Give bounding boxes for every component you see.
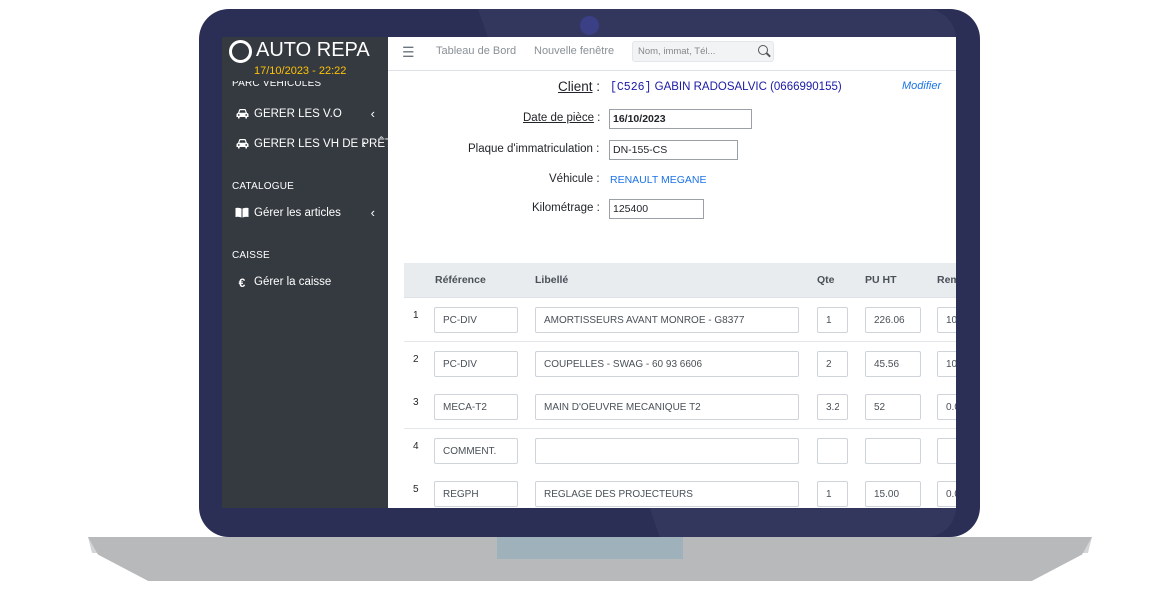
sidebar-item-gerer-vh-pret[interactable]: GERER LES VH DE PRÊT ‹	[232, 135, 392, 157]
reference-input[interactable]	[434, 307, 518, 333]
pu-ht-input[interactable]	[865, 438, 921, 464]
mileage-label: Kilométrage :	[532, 202, 600, 214]
sidebar-item-gerer-caisse[interactable]: € Gérer la caisse	[232, 273, 382, 295]
sidebar-item-label: Gérer la caisse	[254, 276, 332, 288]
search-box	[632, 41, 774, 62]
plate-field[interactable]	[609, 140, 738, 160]
qte-input[interactable]	[817, 307, 848, 333]
reference-input[interactable]	[434, 351, 518, 377]
plate-label: Plaque d'immatriculation :	[468, 143, 600, 155]
logo-ring-icon	[229, 40, 252, 63]
sidebar: PARC VEHICULES GERER LES V.O ‹ GERER LES…	[222, 37, 392, 508]
table-row: 4	[404, 429, 956, 473]
current-datetime: 17/10/2023 - 22:22	[254, 65, 347, 77]
row-number: 1	[413, 310, 419, 321]
header-qte: Qte	[817, 274, 835, 286]
libelle-input[interactable]	[535, 351, 799, 377]
reference-input[interactable]	[434, 481, 518, 507]
pu-ht-input[interactable]	[865, 394, 921, 420]
client-label: Client :	[558, 79, 601, 94]
sidebar-item-label: GERER LES VH DE PRÊT	[254, 138, 393, 150]
reference-input[interactable]	[434, 438, 518, 464]
remise-input[interactable]	[937, 438, 956, 464]
lines-table: Référence Libellé Qte PU HT Rem 1 2 3	[404, 263, 956, 508]
header-pu-ht: PU HT	[865, 274, 897, 286]
remise-input[interactable]	[937, 307, 956, 333]
date-field[interactable]	[609, 109, 752, 129]
remise-input[interactable]	[937, 481, 956, 507]
car-icon	[235, 108, 249, 122]
euro-icon: €	[238, 276, 246, 290]
sidebar-section-title: CAISSE	[232, 250, 270, 261]
webcam	[580, 16, 599, 35]
table-row: 1	[404, 298, 956, 342]
remise-input[interactable]	[937, 351, 956, 377]
client-code: [C526]	[610, 81, 652, 94]
date-label: Date de pièce :	[523, 112, 601, 124]
row-number: 5	[413, 484, 419, 495]
sidebar-item-label: GERER LES V.O	[254, 108, 342, 120]
brand[interactable]: AUTO REPA 17/10/2023 - 22:22	[229, 39, 379, 77]
vehicle-value[interactable]: RENAULT MEGANE	[610, 174, 706, 186]
reference-input[interactable]	[434, 394, 518, 420]
qte-input[interactable]	[817, 351, 848, 377]
sidebar-item-gerer-vo[interactable]: GERER LES V.O ‹	[232, 105, 382, 127]
table-row: 5	[404, 472, 956, 508]
search-input[interactable]	[633, 42, 748, 61]
search-icon[interactable]	[758, 45, 768, 55]
car-icon	[235, 138, 249, 152]
remise-input[interactable]	[937, 394, 956, 420]
brand-name: AUTO REPA	[256, 39, 370, 61]
libelle-input[interactable]	[535, 438, 799, 464]
pu-ht-input[interactable]	[865, 307, 921, 333]
document-header-form: Client : [C526] GABIN RADOSALVIC (066699…	[388, 71, 956, 263]
app-screen: PARC VEHICULES GERER LES V.O ‹ GERER LES…	[222, 37, 956, 508]
laptop-notch	[497, 537, 683, 559]
header-reference: Référence	[435, 274, 486, 286]
qte-input[interactable]	[817, 394, 848, 420]
sidebar-section-title: CATALOGUE	[232, 181, 294, 192]
libelle-input[interactable]	[535, 481, 799, 507]
header-libelle: Libellé	[535, 274, 569, 286]
libelle-input[interactable]	[535, 394, 799, 420]
table-header: Référence Libellé Qte PU HT Rem	[404, 263, 956, 298]
book-open-icon	[235, 207, 249, 221]
mileage-field[interactable]	[609, 199, 704, 219]
row-number: 2	[413, 354, 419, 365]
vehicle-label: Véhicule :	[549, 173, 600, 185]
nav-nouvelle-fenetre[interactable]: Nouvelle fenêtre	[534, 45, 614, 57]
header-remise: Rem	[937, 274, 956, 286]
top-navbar: ☰ Tableau de Bord Nouvelle fenêtre	[388, 37, 956, 71]
row-number: 4	[413, 441, 419, 452]
table-row: 3	[404, 385, 956, 429]
chevron-left-icon: ‹	[370, 106, 375, 121]
modify-client-link[interactable]: Modifier	[902, 80, 941, 92]
client-name: GABIN RADOSALVIC (0666990155)	[654, 81, 842, 93]
nav-tableau-de-bord[interactable]: Tableau de Bord	[436, 45, 516, 57]
sidebar-section-title: PARC VEHICULES	[232, 81, 322, 89]
row-number: 3	[413, 397, 419, 408]
client-value: [C526] GABIN RADOSALVIC (0666990155)	[610, 81, 842, 94]
sidebar-item-gerer-articles[interactable]: Gérer les articles ‹	[232, 204, 382, 226]
sidebar-item-label: Gérer les articles	[254, 207, 341, 219]
qte-input[interactable]	[817, 438, 848, 464]
chevron-left-icon: ‹	[361, 136, 366, 151]
pu-ht-input[interactable]	[865, 351, 921, 377]
pu-ht-input[interactable]	[865, 481, 921, 507]
table-row: 2	[404, 342, 956, 386]
chevron-left-icon: ‹	[370, 205, 375, 220]
libelle-input[interactable]	[535, 307, 799, 333]
qte-input[interactable]	[817, 481, 848, 507]
hamburger-menu-icon[interactable]: ☰	[402, 44, 415, 61]
